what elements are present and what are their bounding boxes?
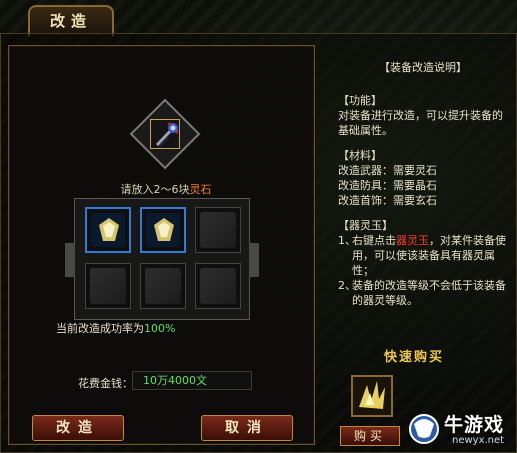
cost-label: 花费金钱： xyxy=(78,377,133,390)
empty-slot-icon xyxy=(90,268,126,304)
soul-jade-item-1-text: 右键点击器灵玉，对某件装备使用，可以使该装备具有器灵属性； xyxy=(352,233,508,278)
watermark-brand: 牛游戏 xyxy=(444,414,505,436)
soul-jade-item-1-pre: 右键点击 xyxy=(352,234,396,247)
grid-right-cap xyxy=(249,243,259,277)
quick-buy-item-slot[interactable] xyxy=(351,375,393,417)
equipment-slot[interactable] xyxy=(129,98,201,170)
material-slot-6[interactable] xyxy=(195,263,241,309)
success-rate-value: 100% xyxy=(144,322,176,335)
watermark-url: newyx.net xyxy=(452,435,505,446)
cancel-button[interactable]: 取消 xyxy=(201,415,293,441)
hint-text: 请放入2～6块 xyxy=(120,183,190,196)
soul-jade-item-2: 2、 装备的改造等级不会低于该装备的器灵等级。 xyxy=(338,278,508,308)
list-number: 2、 xyxy=(338,279,356,292)
empty-slot-icon xyxy=(145,268,181,304)
spirit-stone-icon xyxy=(359,381,385,409)
function-section-title: 【功能】 xyxy=(338,94,382,107)
empty-slot-icon xyxy=(200,212,236,248)
soul-jade-item-2-text: 装备的改造等级不会低于该装备的器灵等级。 xyxy=(352,279,506,307)
success-rate-text: 当前改造成功率为100% xyxy=(56,320,175,336)
spirit-stone-icon xyxy=(91,213,125,247)
material-section-title: 【材料】 xyxy=(338,149,382,162)
material-slot-2[interactable] xyxy=(140,207,186,253)
quick-buy-title: 快速购买 xyxy=(384,350,445,365)
soul-jade-item-1: 1、 右键点击器灵玉，对某件装备使用，可以使该装备具有器灵属性； xyxy=(338,233,508,278)
material-line-armor: 改造防具：需要晶石 xyxy=(338,179,437,192)
tab-upgrade[interactable]: 改造 xyxy=(28,5,114,36)
stone-requirement-hint: 请放入2～6块灵石 xyxy=(0,181,332,197)
staff-weapon-icon xyxy=(150,119,180,149)
material-slot-4[interactable] xyxy=(85,263,131,309)
soul-jade-list: 1、 右键点击器灵玉，对某件装备使用，可以使该装备具有器灵属性； 2、 装备的改造等… xyxy=(338,233,508,308)
upgrade-instructions: 【装备改造说明】 【功能】 对装备进行改造，可以提升装备的基础属性。 【材料】 … xyxy=(338,60,508,308)
function-section-body: 对装备进行改造，可以提升装备的基础属性。 xyxy=(338,109,503,137)
material-slot-3[interactable] xyxy=(195,207,241,253)
confirm-upgrade-button[interactable]: 改造 xyxy=(32,415,124,441)
instructions-title: 【装备改造说明】 xyxy=(379,61,467,74)
material-slot-5[interactable] xyxy=(140,263,186,309)
hint-highlight: 灵石 xyxy=(189,183,212,196)
material-line-accessory: 改造首饰：需要玄石 xyxy=(338,194,437,207)
success-rate-label: 当前改造成功率为 xyxy=(56,322,144,335)
buy-button[interactable]: 购买 xyxy=(340,426,400,446)
cost-value: 10万4000文 xyxy=(132,371,252,390)
spirit-stone-icon xyxy=(146,213,180,247)
soul-jade-section-title: 【器灵玉】 xyxy=(338,219,393,232)
list-number: 1、 xyxy=(338,234,356,247)
material-grid xyxy=(65,198,259,320)
material-slot-1[interactable] xyxy=(85,207,131,253)
grid-left-cap xyxy=(65,243,75,277)
empty-slot-icon xyxy=(200,268,236,304)
material-line-weapon: 改造武器：需要灵石 xyxy=(338,164,437,177)
soul-jade-link: 器灵玉 xyxy=(396,234,429,247)
